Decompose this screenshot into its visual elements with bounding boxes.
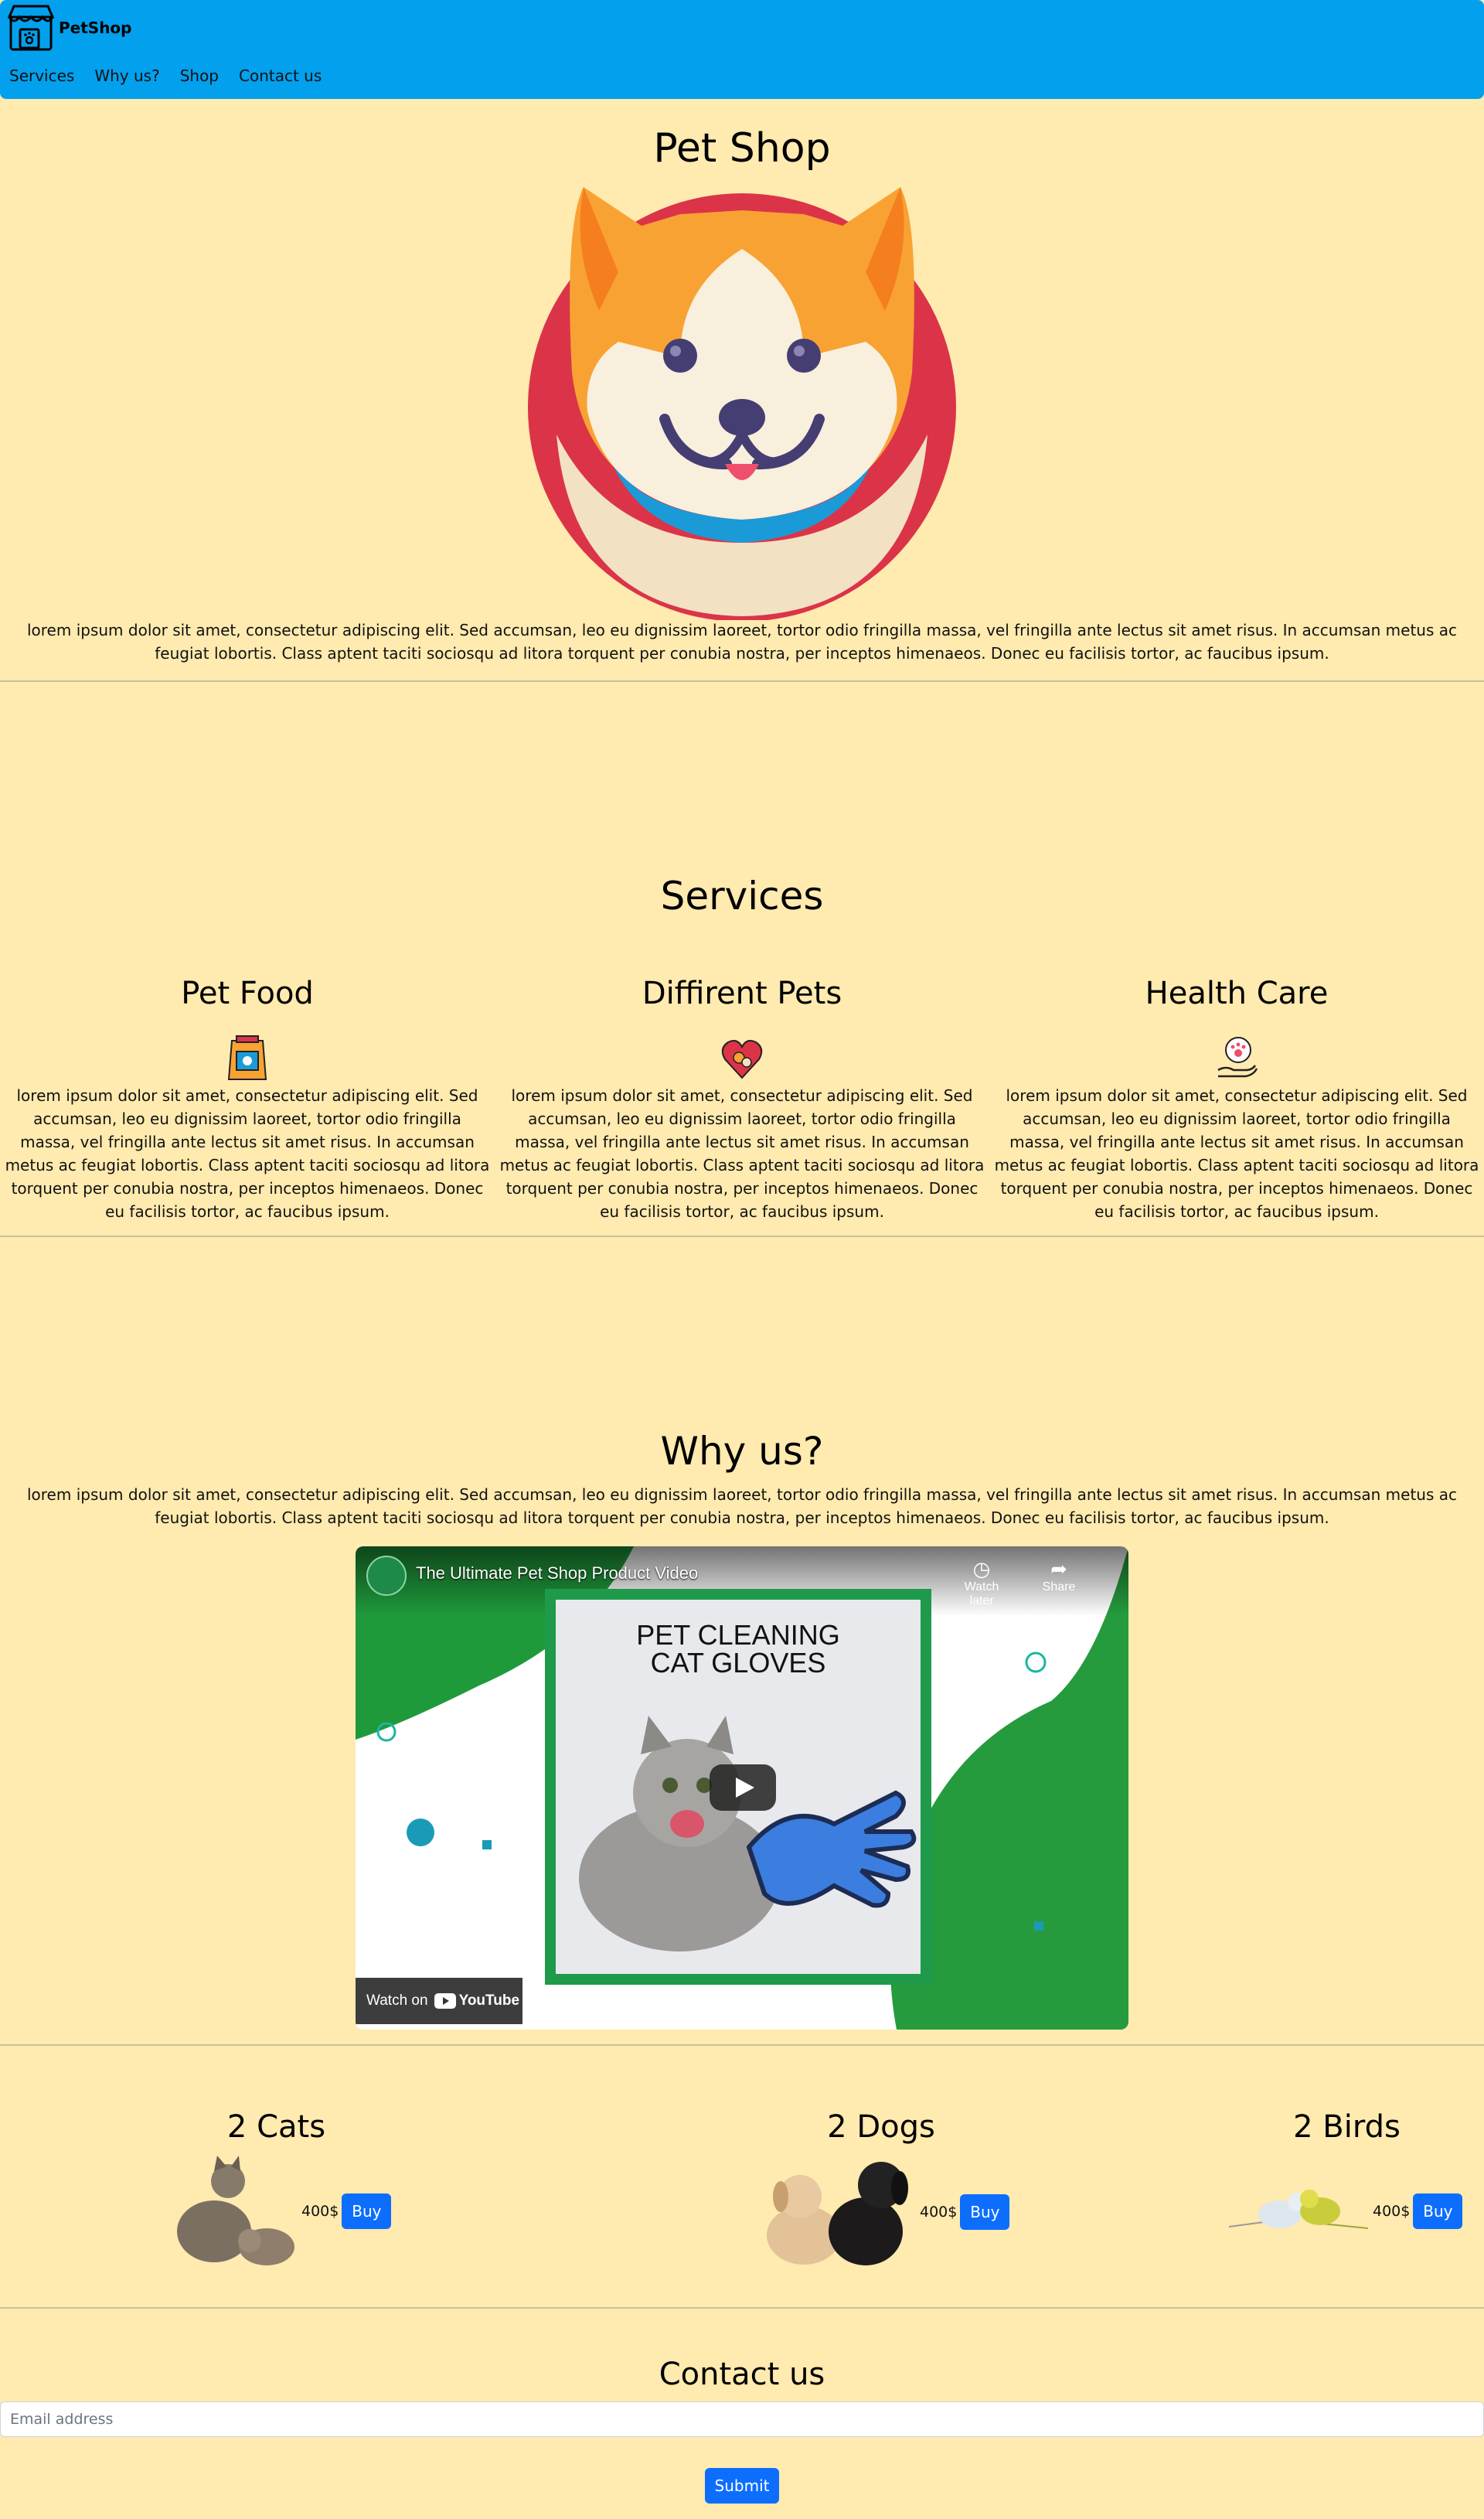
shop-item-birds-purchase: 400$ Buy: [1373, 2193, 1463, 2229]
share-button[interactable]: ➦ Share: [1028, 1557, 1090, 1594]
buy-button-dogs[interactable]: Buy: [960, 2194, 1010, 2230]
contact-title: Contact us: [659, 2357, 825, 2392]
brand[interactable]: PetShop: [6, 5, 131, 51]
shop-item-title: 2 Cats: [226, 2109, 326, 2145]
buy-button-cats[interactable]: Buy: [342, 2193, 392, 2229]
birds-image: [1229, 2190, 1368, 2229]
cats-image: [177, 2156, 294, 2265]
video-title[interactable]: The Ultimate Pet Shop Product Video: [416, 1563, 698, 1583]
service-title: Pet Food: [181, 976, 314, 1011]
price-label: 400$: [1373, 2203, 1411, 2220]
shop-item-cats-purchase: 400$ Buy: [301, 2193, 392, 2229]
play-button[interactable]: [710, 1764, 776, 1811]
share-label: Share: [1042, 1580, 1076, 1594]
clock-icon: ◷: [972, 1557, 991, 1580]
heart-pets-icon: [721, 1040, 763, 1079]
section-divider: [0, 1236, 1484, 1237]
service-title: Health Care: [1145, 976, 1329, 1011]
section-divider: [0, 680, 1484, 682]
hero-title: Pet Shop: [653, 125, 831, 172]
nav-links: Services Why us? Shop Contact us: [9, 66, 322, 85]
dog-face-illustration: [528, 187, 956, 620]
nav-link-why-us[interactable]: Why us?: [94, 66, 159, 85]
service-title: Diffirent Pets: [642, 976, 842, 1011]
youtube-video-embed[interactable]: The Ultimate Pet Shop Product Video ◷ Wa…: [356, 1546, 1128, 2030]
youtube-logo: YouTube: [434, 1992, 519, 2009]
shop-item-title: 2 Birds: [1293, 2109, 1401, 2145]
service-description: lorem ipsum dolor sit amet, consectetur …: [499, 1086, 985, 1221]
service-description: lorem ipsum dolor sit amet, consectetur …: [994, 1086, 1479, 1221]
nav-link-shop[interactable]: Shop: [180, 66, 219, 85]
section-divider: [0, 2307, 1484, 2309]
service-card-health-care: Health Care lorem ipsum dolor sit amet, …: [989, 976, 1484, 1223]
navbar: PetShop Services Why us? Shop Contact us: [0, 0, 1484, 99]
submit-button[interactable]: Submit: [705, 2468, 779, 2504]
watch-later-label: Watch later: [964, 1580, 999, 1607]
service-description: lorem ipsum dolor sit amet, consectetur …: [5, 1086, 490, 1221]
price-label: 400$: [301, 2203, 339, 2220]
shop-item-title: 2 Dogs: [827, 2109, 935, 2145]
buy-button-birds[interactable]: Buy: [1413, 2193, 1463, 2229]
paw-care-hand-icon: [1217, 1037, 1258, 1078]
share-icon: ➦: [1050, 1557, 1067, 1580]
why-us-description: lorem ipsum dolor sit amet, consectetur …: [26, 1485, 1458, 1527]
youtube-label: YouTube: [458, 1992, 520, 2009]
pet-food-bag-icon: [227, 1035, 267, 1080]
shop-logo-icon: [7, 5, 55, 51]
shop-item-dogs-purchase: 400$ Buy: [920, 2194, 1010, 2230]
service-card-pet-food: Pet Food lorem ipsum dolor sit amet, con…: [0, 976, 495, 1223]
shop-item-birds: 2 Birds: [1241, 2109, 1453, 2145]
dogs-image: [767, 2162, 908, 2265]
section-divider: [0, 2044, 1484, 2046]
shop-item-cats: 2 Cats: [155, 2109, 398, 2145]
hero-description: lorem ipsum dolor sit amet, consectetur …: [26, 621, 1458, 663]
services-title: Services: [660, 874, 824, 919]
watch-on-label: Watch on: [366, 1992, 428, 2009]
email-input[interactable]: [0, 2401, 1484, 2437]
price-label: 400$: [920, 2204, 958, 2221]
watch-later-button[interactable]: ◷ Watch later: [951, 1557, 1013, 1608]
youtube-play-icon: [434, 1993, 456, 2009]
channel-avatar[interactable]: [366, 1556, 407, 1596]
shop-item-dogs: 2 Dogs: [761, 2109, 1001, 2145]
service-card-different-pets: Diffirent Pets lorem ipsum dolor sit ame…: [495, 976, 989, 1223]
watch-on-youtube-button[interactable]: Watch on YouTube: [356, 1978, 522, 2024]
brand-name: PetShop: [59, 19, 132, 37]
nav-link-contact[interactable]: Contact us: [239, 66, 322, 85]
nav-link-services[interactable]: Services: [9, 66, 74, 85]
why-us-title: Why us?: [660, 1429, 824, 1474]
